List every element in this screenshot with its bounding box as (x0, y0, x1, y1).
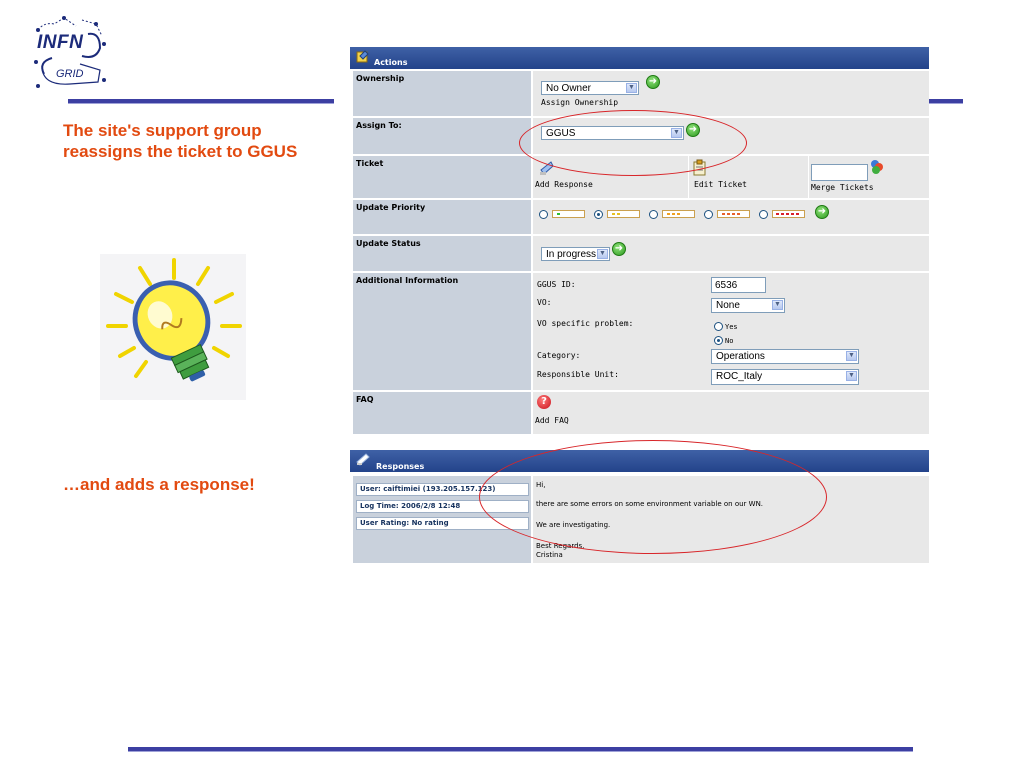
priority-swatch-1 (552, 210, 585, 218)
responsible-unit-label: Responsible Unit: (537, 370, 619, 379)
responses-icon (356, 453, 370, 466)
vo-label: VO: (537, 298, 552, 307)
add-response-link[interactable]: Add Response (535, 180, 593, 189)
priority-swatch-4 (717, 210, 750, 218)
update-status-select-value: In progress (546, 249, 597, 260)
responses-panel-title: Responses (376, 462, 425, 471)
update-priority-label: Update Priority (356, 203, 426, 212)
faq-row: FAQ ? Add FAQ (353, 392, 929, 434)
top-rule-left (68, 99, 334, 104)
update-status-row: Update Status In progress ▼ ➜ (353, 236, 929, 271)
priority-swatch-5 (772, 210, 805, 218)
vo-specific-yes-label: Yes (725, 323, 738, 331)
logo-grid-text: GRID (56, 68, 84, 80)
top-rule-right (929, 99, 963, 104)
category-select[interactable]: Operations ▼ (711, 349, 859, 364)
infn-grid-logo: INFN GRID (30, 14, 110, 92)
assign-to-highlight-ellipse (519, 110, 747, 176)
actions-panel-title: Actions (374, 58, 408, 67)
chevron-down-icon: ▼ (846, 351, 857, 361)
ggus-id-field[interactable]: 6536 (711, 277, 766, 293)
ownership-select-value: No Owner (546, 83, 592, 94)
priority-radio-2[interactable] (594, 210, 603, 219)
bottom-rule (128, 747, 913, 752)
lightbulb-icon (100, 254, 246, 400)
go-arrow-icon[interactable]: ➜ (646, 75, 660, 89)
category-label: Category: (537, 351, 581, 360)
vo-select[interactable]: None ▼ (711, 298, 785, 313)
ggus-id-label: GGUS ID: (537, 280, 576, 289)
response-highlight-ellipse (479, 440, 827, 554)
priority-swatch-2 (607, 210, 640, 218)
priority-options (539, 210, 829, 222)
assign-ownership-hint: Assign Ownership (541, 98, 619, 107)
vo-specific-no-radio[interactable] (714, 336, 723, 345)
chevron-down-icon: ▼ (846, 371, 857, 381)
additional-info-row: Additional Information GGUS ID: 6536 VO:… (353, 273, 929, 390)
response-line-5: Cristina (536, 551, 563, 559)
ownership-label: Ownership (356, 74, 405, 83)
chevron-down-icon: ▼ (597, 249, 608, 259)
update-status-label: Update Status (356, 239, 421, 248)
vo-specific-yes-radio[interactable] (714, 322, 723, 331)
additional-info-label: Additional Information (356, 276, 459, 285)
chevron-down-icon: ▼ (772, 300, 783, 310)
priority-radio-4[interactable] (704, 210, 713, 219)
chevron-down-icon: ▼ (626, 83, 637, 93)
vo-specific-label: VO specific problem: (537, 319, 634, 328)
merge-tickets-input[interactable] (811, 164, 868, 181)
slide-caption-response: …and adds a response! (63, 475, 255, 494)
priority-swatch-3 (662, 210, 695, 218)
update-priority-row: Update Priority ➜ (353, 200, 929, 234)
logo-infn-text: INFN (37, 32, 84, 53)
vo-specific-no-label: No (725, 337, 734, 345)
actions-panel-header: Actions (350, 47, 929, 69)
priority-radio-1[interactable] (539, 210, 548, 219)
faq-question-icon[interactable]: ? (537, 395, 551, 409)
assign-to-label: Assign To: (356, 121, 402, 130)
ticket-divider (808, 156, 809, 198)
priority-radio-5[interactable] (759, 210, 768, 219)
merge-tickets-link[interactable]: Merge Tickets (811, 183, 874, 192)
actions-icon (356, 50, 369, 63)
ownership-select[interactable]: No Owner ▼ (541, 81, 639, 95)
merge-tickets-icon[interactable] (870, 159, 884, 175)
add-faq-link[interactable]: Add FAQ (535, 416, 569, 425)
ticket-label: Ticket (356, 159, 384, 168)
go-arrow-icon[interactable]: ➜ (815, 205, 829, 219)
faq-label: FAQ (356, 395, 374, 404)
priority-radio-3[interactable] (649, 210, 658, 219)
responsible-unit-select[interactable]: ROC_Italy ▼ (711, 369, 859, 385)
edit-ticket-link[interactable]: Edit Ticket (694, 180, 747, 189)
go-arrow-icon[interactable]: ➜ (612, 242, 626, 256)
slide-caption-reassign: The site's support group reassigns the t… (63, 121, 298, 161)
update-status-select[interactable]: In progress ▼ (541, 247, 610, 261)
